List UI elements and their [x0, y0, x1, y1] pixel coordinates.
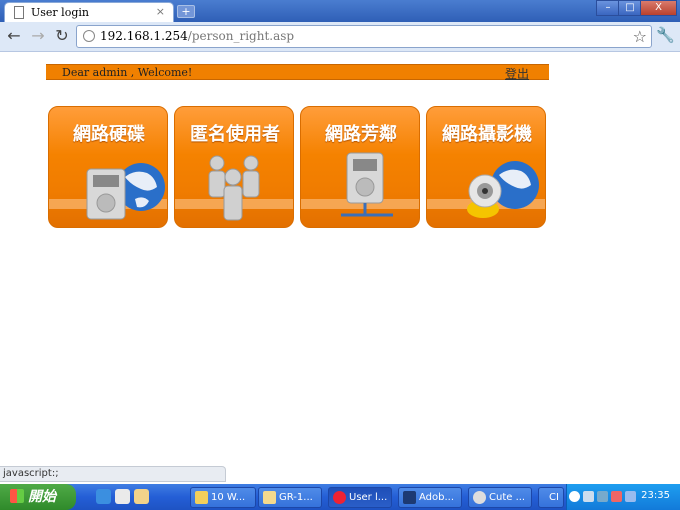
chrome-icon: [333, 491, 346, 504]
network-harddisk-icon: [341, 152, 393, 217]
forward-arrow-icon[interactable]: →: [28, 26, 48, 46]
system-tray: 23:35: [566, 484, 680, 510]
network-camera-tile[interactable]: 網路攝影機: [426, 106, 546, 228]
windows-flag-icon: [10, 489, 24, 503]
tab-title: User login: [31, 6, 89, 19]
browser-tab[interactable]: User login ×: [4, 2, 174, 22]
users-group-icon: [208, 155, 260, 221]
start-label: 開始: [28, 489, 56, 505]
status-text: javascript:;: [3, 468, 59, 479]
tab-close-icon[interactable]: ×: [156, 5, 165, 18]
start-button[interactable]: 開始: [0, 484, 76, 510]
folder-icon: [195, 491, 208, 504]
address-url[interactable]: 192.168.1.254/person_right.asp: [100, 29, 294, 43]
back-arrow-icon[interactable]: ←: [4, 26, 24, 46]
globe-harddisk-icon: [86, 163, 165, 220]
tray-expand-icon[interactable]: [569, 491, 580, 502]
volume-icon[interactable]: [583, 491, 594, 502]
taskbar-item-photoshop[interactable]: Adob...: [398, 487, 462, 508]
close-window-button[interactable]: X: [640, 0, 677, 16]
anonymous-user-tile[interactable]: 匿名使用者: [174, 106, 294, 228]
page-info-icon[interactable]: [83, 30, 95, 42]
windows-taskbar: 開始 10 W... GR-1... User l... Adob... Cut…: [0, 484, 680, 510]
webcam-globe-icon: [467, 161, 539, 218]
browser-toolbar: ← → ↻ 192.168.1.254/person_right.asp ☆ 🔧: [0, 22, 680, 52]
task-label: Cute ...: [489, 492, 526, 503]
task-label: GR-1...: [279, 492, 313, 503]
task-label: CI: [549, 492, 559, 503]
taskbar-item-browser[interactable]: User l...: [328, 487, 392, 508]
security-icon[interactable]: [611, 491, 622, 502]
taskbar-item-cute[interactable]: Cute ...: [468, 487, 532, 508]
photoshop-icon: [403, 491, 416, 504]
welcome-text: Dear admin , Welcome!: [62, 66, 193, 79]
tile-label: 匿名使用者: [190, 124, 280, 145]
film-reel-icon: [473, 491, 486, 504]
network-neighborhood-tile[interactable]: 網路芳鄰: [300, 106, 420, 228]
status-bar: javascript:;: [0, 466, 226, 482]
update-icon[interactable]: [625, 491, 636, 502]
taskbar-clock: 23:35: [641, 490, 670, 501]
address-bar[interactable]: 192.168.1.254/person_right.asp ☆: [76, 25, 652, 48]
url-host: 192.168.1.254: [100, 29, 188, 43]
reload-icon[interactable]: ↻: [52, 26, 72, 46]
taskbar-item-gr[interactable]: GR-1...: [258, 487, 322, 508]
taskbar-item-ci[interactable]: CI: [538, 487, 564, 508]
url-path: /person_right.asp: [187, 29, 295, 43]
tile-label: 網路芳鄰: [325, 124, 397, 145]
paint-icon: [263, 491, 276, 504]
task-label: 10 W...: [211, 492, 246, 503]
tile-label: 網路硬碟: [73, 124, 145, 145]
welcome-bar: Dear admin , Welcome! 登出: [46, 64, 549, 82]
window-titlebar: User login × + – □ X: [0, 0, 680, 22]
maximize-button[interactable]: □: [618, 0, 642, 16]
network-icon[interactable]: [597, 491, 608, 502]
wrench-menu-icon[interactable]: 🔧: [656, 26, 675, 44]
new-tab-button[interactable]: +: [177, 5, 195, 18]
task-label: User l...: [349, 492, 388, 503]
logout-link[interactable]: 登出: [505, 65, 529, 82]
tile-label: 網路攝影機: [442, 124, 532, 145]
bookmark-star-icon[interactable]: ☆: [633, 27, 647, 46]
ie-quicklaunch-icon[interactable]: [96, 489, 111, 504]
paint-quicklaunch-icon[interactable]: [134, 489, 149, 504]
minimize-button[interactable]: –: [596, 0, 620, 16]
explorer-quicklaunch-icon[interactable]: [115, 489, 130, 504]
task-label: Adob...: [419, 492, 455, 503]
network-disk-tile[interactable]: 網路硬碟: [48, 106, 168, 228]
page-favicon-icon: [14, 6, 24, 19]
taskbar-item-folder[interactable]: 10 W...: [190, 487, 256, 508]
